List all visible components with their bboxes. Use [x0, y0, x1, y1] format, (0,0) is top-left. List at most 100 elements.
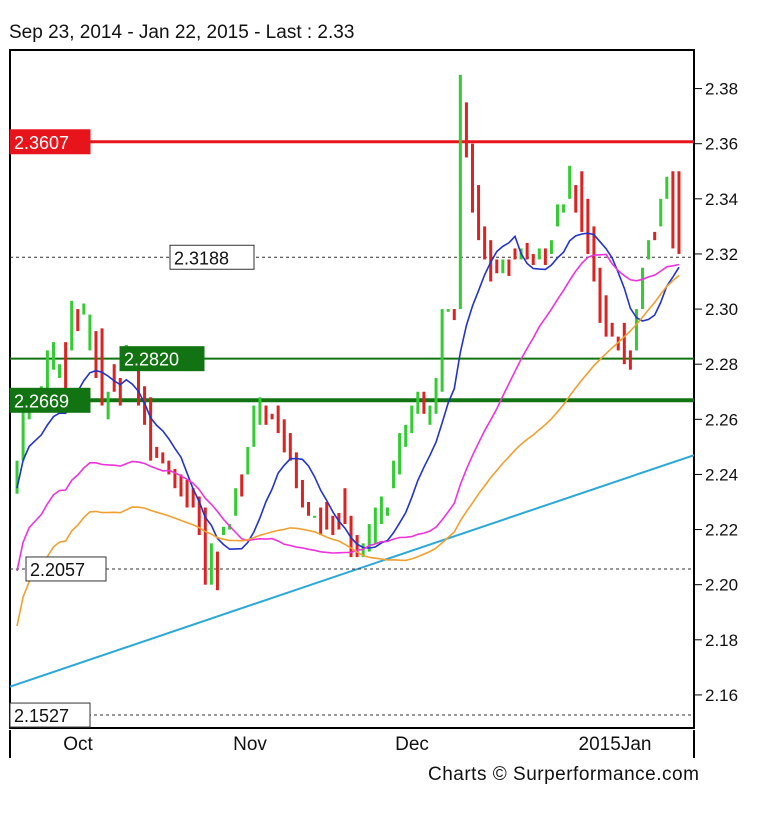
- candle-bar: [404, 424, 408, 447]
- candle-bar: [76, 309, 80, 332]
- candle-bar: [331, 515, 335, 536]
- candle-bar: [458, 74, 462, 310]
- candle-bar: [513, 248, 517, 260]
- candle-bar: [155, 446, 159, 458]
- level-label-text: 2.3607: [14, 133, 69, 153]
- y-tick-label: 2.34: [705, 190, 738, 209]
- candle-bar: [507, 259, 511, 276]
- candle-bar: [677, 171, 681, 254]
- candle-bar: [428, 405, 432, 425]
- level-label-text: 2.2057: [30, 560, 85, 580]
- candle-bar: [100, 328, 104, 406]
- candle-bar: [288, 433, 292, 461]
- candle-bar: [45, 350, 49, 392]
- candle-bar: [653, 231, 657, 241]
- x-tick-label: Oct: [63, 734, 93, 755]
- candle-bar: [240, 474, 244, 497]
- candle-bar: [234, 488, 238, 516]
- y-tick-label: 2.26: [705, 410, 738, 429]
- level-label-text: 2.2669: [14, 391, 69, 411]
- candle-bar: [604, 295, 608, 337]
- candle-bar: [51, 342, 55, 370]
- candle-bar: [483, 226, 487, 260]
- candle-bar: [543, 248, 547, 265]
- candle-bar: [149, 397, 153, 461]
- candle-bar: [325, 502, 329, 530]
- candle-bar: [300, 479, 304, 508]
- candle-bar: [531, 253, 535, 265]
- candle-bar: [580, 171, 584, 232]
- candle-bar: [477, 185, 481, 241]
- y-tick-label: 2.20: [705, 576, 738, 595]
- candle-bar: [70, 300, 74, 351]
- candle-bar: [215, 551, 219, 591]
- candle-bar: [610, 322, 614, 337]
- y-tick-label: 2.32: [705, 245, 738, 264]
- candle-bar: [179, 474, 183, 497]
- candle-bar: [343, 488, 347, 525]
- candle-bar: [464, 102, 468, 158]
- candle-bar: [15, 460, 19, 494]
- price-chart: 2.16 2.18 2.20 2.22 2.24 2.26 2.28 2.30 2.32 2.34…: [9, 49, 738, 758]
- level-label-text: 2.1527: [14, 706, 69, 726]
- candle-bar: [21, 405, 25, 461]
- candle-bar: [88, 314, 92, 351]
- candle-bar: [313, 515, 317, 518]
- candle-bar: [118, 377, 122, 406]
- candle-bar: [161, 452, 165, 464]
- candle-bar: [64, 342, 68, 392]
- candle-bar: [659, 198, 663, 227]
- candle-bar: [385, 507, 389, 516]
- y-tick-label: 2.38: [705, 80, 738, 99]
- candle-bar: [586, 198, 590, 254]
- candle-bar: [319, 507, 323, 536]
- candle-bar: [282, 419, 286, 453]
- candle-bar: [574, 185, 578, 213]
- candle-bar: [470, 143, 474, 213]
- candle-bar: [440, 309, 444, 392]
- y-tick-label: 2.24: [705, 465, 738, 484]
- candle-bar: [307, 502, 311, 516]
- y-tick-label: 2.18: [705, 631, 738, 650]
- candle-bar: [537, 248, 541, 260]
- candle-bar: [628, 350, 632, 370]
- candle-bar: [434, 377, 438, 414]
- candle-bar: [379, 496, 383, 525]
- candle-bar: [167, 460, 171, 475]
- candle-bar: [641, 267, 645, 310]
- footer-credit: Charts © Surperformance.com: [428, 764, 700, 785]
- candle-bar: [598, 267, 602, 323]
- candle-bar: [222, 526, 226, 536]
- candle-bar: [252, 405, 256, 447]
- candle-bar: [258, 397, 262, 425]
- candle-bar: [452, 309, 456, 321]
- x-tick-label: Nov: [233, 734, 267, 755]
- candle-bar: [416, 391, 420, 414]
- candle-bar: [501, 259, 505, 274]
- plot-area: [9, 49, 695, 729]
- candle-bar: [495, 259, 499, 274]
- x-tick-label: Dec: [395, 734, 429, 755]
- level-label-text: 2.3188: [174, 248, 229, 268]
- candle-bar: [112, 364, 116, 392]
- candle-bar: [392, 460, 396, 489]
- y-tick-label: 2.28: [705, 355, 738, 374]
- y-tick-label: 2.16: [705, 686, 738, 705]
- candle-bar: [556, 204, 560, 227]
- candle-bar: [422, 391, 426, 414]
- candle-bar: [106, 391, 110, 420]
- candle-bar: [446, 309, 450, 312]
- level-label-text: 2.2820: [124, 350, 179, 370]
- candle-bar: [270, 413, 274, 420]
- candle-bar: [671, 171, 675, 249]
- candle-bar: [185, 479, 189, 508]
- candle-bar: [246, 446, 250, 475]
- candle-bar: [568, 165, 572, 199]
- y-tick-label: 2.36: [705, 135, 738, 154]
- x-tick-label: 2015Jan: [579, 734, 652, 755]
- candle-bar: [58, 364, 62, 378]
- candle-bar: [622, 322, 626, 365]
- candle-bar: [665, 176, 669, 199]
- candle-bar: [398, 433, 402, 475]
- candle-bar: [264, 405, 268, 425]
